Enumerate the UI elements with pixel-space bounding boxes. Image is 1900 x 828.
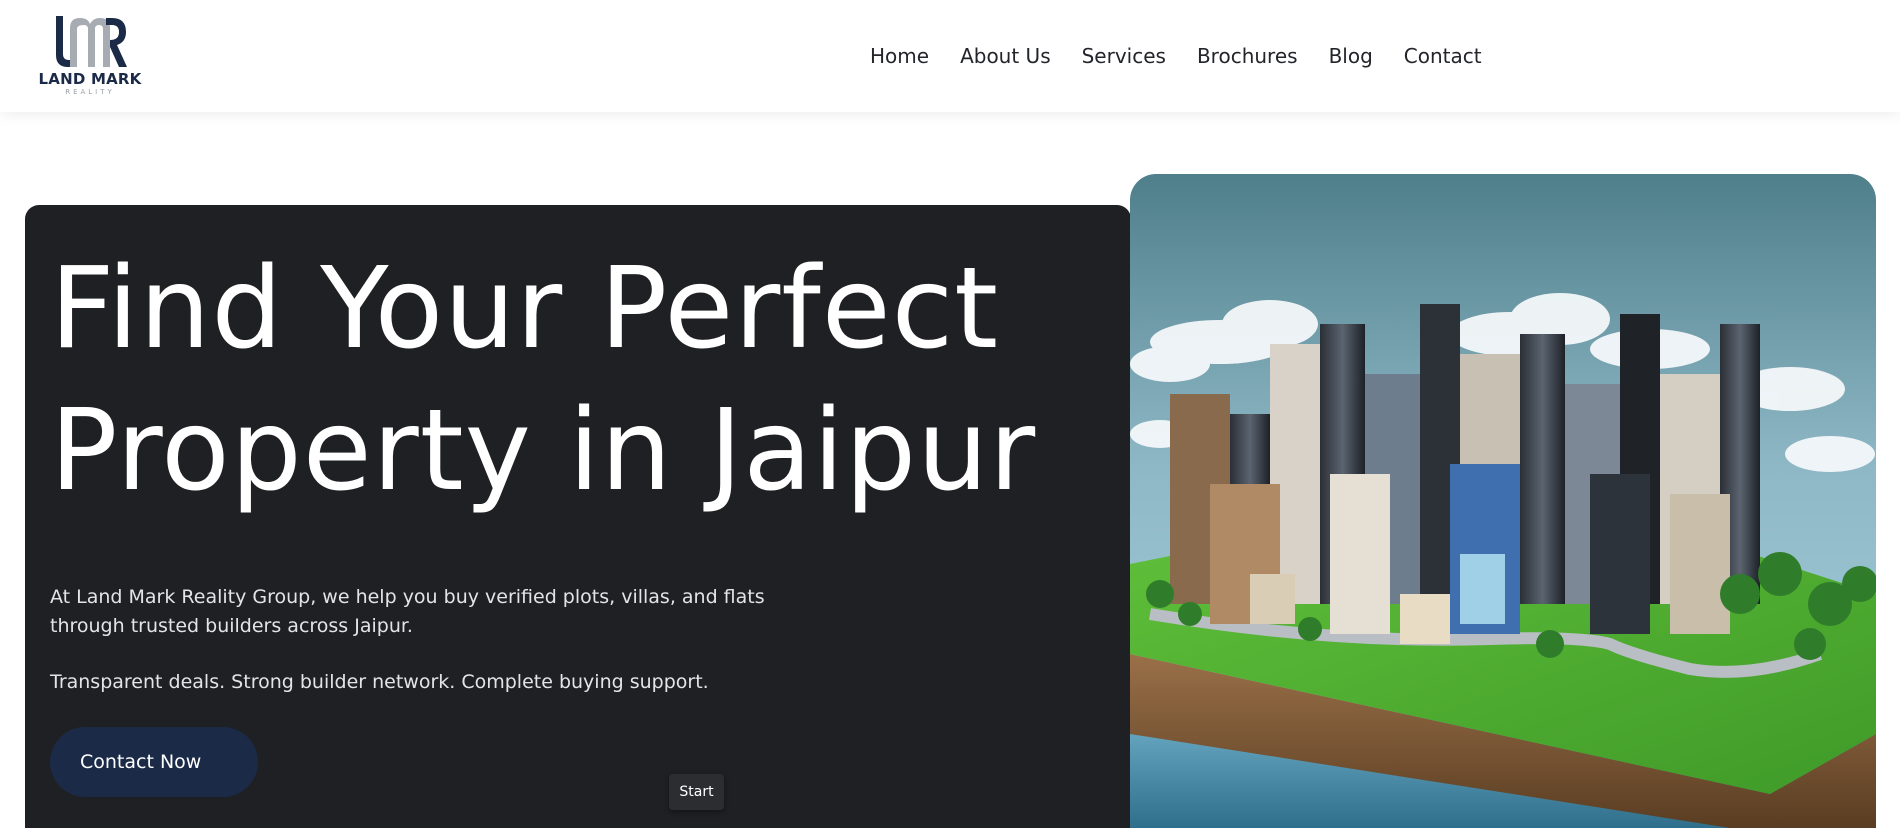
brand-logo[interactable]: LAND MARK REALITY xyxy=(36,14,146,98)
nav-about-link[interactable]: About Us xyxy=(960,42,1051,70)
hero-title-line1: Find Your Perfect xyxy=(50,244,1000,374)
main-nav: Home About Us Services Brochures Blog Co… xyxy=(870,42,1513,70)
nav-contact-link[interactable]: Contact xyxy=(1404,42,1482,70)
nav-home-link[interactable]: Home xyxy=(870,42,929,70)
nav-services-link[interactable]: Services xyxy=(1082,42,1166,70)
site-header: LAND MARK REALITY Home About Us Services… xyxy=(0,0,1900,112)
brand-name: LAND MARK xyxy=(38,70,142,88)
contact-now-button[interactable]: Contact Now xyxy=(50,727,258,797)
lmr-monogram-icon xyxy=(56,16,127,67)
hero-tagline: Transparent deals. Strong builder networ… xyxy=(50,671,709,693)
nav-blog-link[interactable]: Blog xyxy=(1329,42,1373,70)
brand-subtitle: REALITY xyxy=(65,88,115,96)
city-illustration-icon xyxy=(1130,174,1876,828)
hero-description: At Land Mark Reality Group, we help you … xyxy=(50,586,765,637)
hero-title-line2: Property in Jaipur xyxy=(50,386,1037,516)
start-tooltip[interactable]: Start xyxy=(669,774,724,810)
hero-title: Find Your Perfect Property in Jaipur xyxy=(50,238,1130,522)
nav-brochures-link[interactable]: Brochures xyxy=(1197,42,1298,70)
city-island-image xyxy=(1130,174,1876,828)
